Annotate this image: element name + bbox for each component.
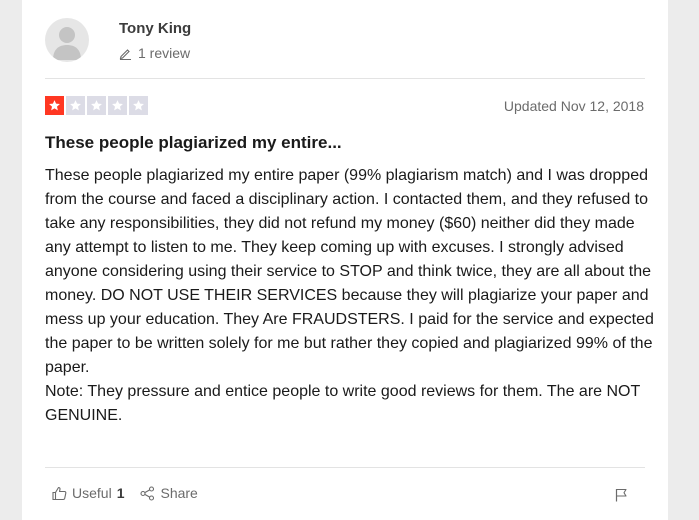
thumbs-up-icon — [52, 486, 67, 500]
review-count: 1 review — [119, 45, 190, 61]
share-label: Share — [160, 485, 198, 501]
user-avatar-icon — [53, 27, 81, 60]
useful-label: Useful — [72, 485, 112, 501]
review-actions: Useful 1 Share — [52, 485, 214, 501]
share-button[interactable]: Share — [140, 485, 198, 501]
star-empty-icon — [129, 96, 148, 115]
reviewer-header: Tony King 1 review — [45, 16, 645, 66]
flag-icon — [615, 488, 627, 502]
review-count-label: 1 review — [138, 45, 191, 61]
report-button[interactable] — [615, 488, 628, 507]
footer-divider — [45, 467, 645, 468]
useful-count: 1 — [116, 485, 125, 501]
pencil-icon — [119, 48, 131, 60]
avatar[interactable] — [45, 18, 89, 62]
reviewer-name[interactable]: Tony King — [119, 20, 191, 37]
star-empty-icon — [108, 96, 127, 115]
star-empty-icon — [66, 96, 85, 115]
review-body: These people plagiarized my entire paper… — [45, 164, 655, 428]
review-body-paragraph: These people plagiarized my entire paper… — [45, 167, 654, 376]
header-divider — [45, 78, 645, 79]
star-rating — [45, 96, 150, 115]
review-title[interactable]: These people plagiarized my entire... — [45, 133, 342, 153]
review-body-paragraph: Note: They pressure and entice people to… — [45, 383, 640, 424]
review-card: Tony King 1 review Updated Nov 12, 2018 … — [22, 0, 668, 520]
useful-button[interactable]: Useful 1 — [52, 485, 124, 501]
share-icon — [140, 485, 155, 501]
updated-date: Updated Nov 12, 2018 — [503, 98, 644, 114]
star-filled-icon — [45, 96, 64, 115]
star-empty-icon — [87, 96, 106, 115]
